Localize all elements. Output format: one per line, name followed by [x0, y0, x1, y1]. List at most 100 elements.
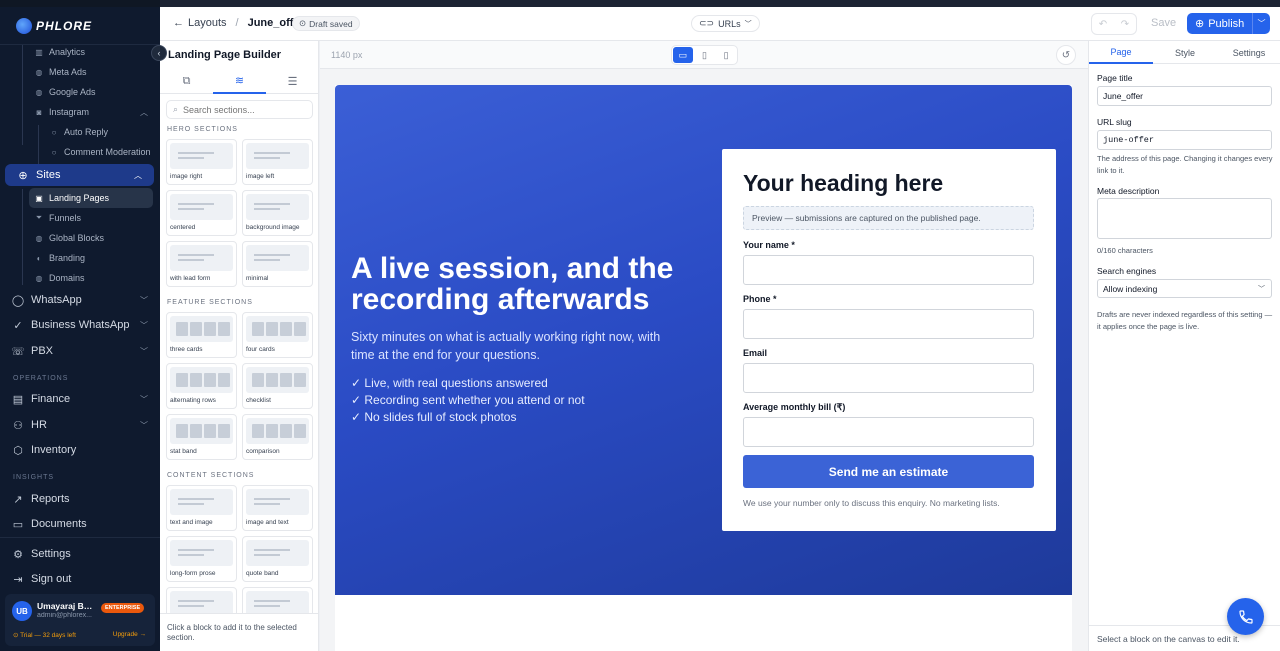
sidebar-item-global-blocks[interactable]: ◍ Global Blocks [0, 228, 160, 248]
sidebar-item-branding[interactable]: ◐ Branding [0, 248, 160, 268]
section-thumbnail [246, 194, 309, 220]
section-card[interactable]: with lead form [166, 241, 237, 287]
sidebar-item-comment-moderation[interactable]: ○ Comment Moderation [0, 142, 160, 162]
brand-logo[interactable]: PHLORE [16, 15, 92, 37]
sidebar-item-reports[interactable]: ↗ Reports [0, 488, 160, 510]
section-card[interactable]: text and image [166, 485, 237, 531]
section-thumbnail [170, 489, 233, 515]
slug-field[interactable]: june-offer [1097, 130, 1272, 150]
device-switcher: ▭ ▯ ▯ [671, 45, 738, 65]
chevron-down-icon: ﹀ [140, 320, 148, 330]
arrow-left-icon[interactable]: ← [173, 17, 184, 29]
history-button[interactable]: ↺ [1056, 45, 1076, 65]
sidebar-item-business-whatsapp[interactable]: ✓ Business WhatsApp ﹀ [0, 314, 160, 336]
list-icon: ☰ [287, 75, 298, 88]
form-footnote: We use your number only to discuss this … [743, 498, 1000, 508]
upgrade-link[interactable]: Upgrade → [113, 631, 146, 638]
urls-dropdown[interactable]: ⊂⊃ URLs ﹀ [691, 15, 760, 32]
section-card[interactable]: long-form prose [166, 536, 237, 582]
mobile-view-button[interactable]: ▯ [716, 47, 736, 63]
undo-icon[interactable]: ↶ [1099, 19, 1107, 30]
sidebar-item-pbx[interactable]: ☏ PBX ﹀ [0, 340, 160, 362]
tab-sections[interactable]: ≋ [213, 68, 266, 94]
sidebar-item-inventory[interactable]: ⬡ Inventory [0, 439, 160, 461]
section-card[interactable]: image left [242, 139, 313, 185]
sidebar-item-meta-ads[interactable]: ◍ Meta Ads [0, 62, 160, 82]
sidebar-item-whatsapp[interactable]: ◯ WhatsApp ﹀ [0, 289, 160, 311]
sidebar-item-domains[interactable]: ◍ Domains [0, 268, 160, 288]
redo-icon[interactable]: ↷ [1121, 19, 1129, 30]
section-card[interactable] [166, 587, 237, 613]
sidebar-item-settings[interactable]: ⚙ Settings [0, 543, 160, 565]
section-card[interactable]: stat band [166, 414, 237, 460]
section-card[interactable]: centered [166, 190, 237, 236]
folder-icon: ▭ [12, 518, 24, 531]
section-card[interactable]: minimal [242, 241, 313, 287]
collapse-sidebar-button[interactable]: ‹ [151, 45, 167, 61]
sidebar-item-google-ads[interactable]: ◍ Google Ads [0, 82, 160, 102]
breadcrumb-layouts[interactable]: Layouts [188, 17, 227, 29]
tab-style[interactable]: Style [1153, 41, 1217, 64]
hero-subheading[interactable]: Sixty minutes on what is actually workin… [351, 328, 687, 364]
save-button[interactable]: Save [1151, 17, 1176, 29]
sidebar-item-sites[interactable]: ⊕ Sites ︿ [5, 164, 154, 186]
blocks-icon: ⧉ [182, 74, 191, 87]
sidebar-item-auto-reply[interactable]: ○ Auto Reply [0, 122, 160, 142]
call-button[interactable] [1227, 598, 1264, 635]
sidebar-item-funnels[interactable]: ⏷ Funnels [0, 208, 160, 228]
page-title-field[interactable]: June_offer [1097, 86, 1272, 106]
hero-bullet[interactable]: ✓ Live, with real questions answered [351, 376, 681, 390]
section-card[interactable]: comparison [242, 414, 313, 460]
section-card-label: comparison [246, 448, 280, 455]
publish-options-button[interactable]: ﹀ [1252, 13, 1270, 34]
email-field[interactable] [743, 363, 1034, 393]
chevron-up-icon: ︿ [140, 107, 148, 117]
section-card[interactable]: image right [166, 139, 237, 185]
hero-heading[interactable]: A live session, and the recording afterw… [351, 253, 681, 315]
search-input[interactable] [183, 104, 302, 115]
section-card[interactable]: alternating rows [166, 363, 237, 409]
desktop-view-button[interactable]: ▭ [672, 47, 693, 63]
top-header: ← Layouts / June_offer ⊙ Draft saved ⊂⊃ U… [160, 7, 1280, 41]
section-card[interactable]: three cards [166, 312, 237, 358]
sidebar-item-analytics[interactable]: ▥ Analytics [0, 42, 160, 62]
section-thumbnail [246, 591, 309, 613]
sidebar-item-documents[interactable]: ▭ Documents [0, 513, 160, 535]
tab-outline[interactable]: ☰ [266, 68, 319, 94]
hero-bullet[interactable]: ✓ No slides full of stock photos [351, 410, 681, 424]
section-card-label: four cards [246, 346, 275, 353]
tab-page[interactable]: Page [1089, 41, 1153, 64]
section-card-label: image and text [246, 519, 289, 526]
publish-button[interactable]: ⊕ Publish ﹀ [1187, 13, 1270, 34]
section-card[interactable]: quote band [242, 536, 313, 582]
chevron-down-icon: ﹀ [1258, 285, 1265, 293]
form-heading[interactable]: Your heading here [743, 170, 943, 197]
section-card[interactable]: background image [242, 190, 313, 236]
section-thumbnail [246, 143, 309, 169]
name-field[interactable] [743, 255, 1034, 285]
hero-bullet[interactable]: ✓ Recording sent whether you attend or n… [351, 393, 681, 407]
section-card[interactable]: checklist [242, 363, 313, 409]
section-card[interactable]: image and text [242, 485, 313, 531]
page-preview: A live session, and the recording afterw… [335, 85, 1072, 651]
section-search[interactable]: ⌕ [166, 100, 313, 119]
lead-form[interactable]: Your heading here Preview — submissions … [722, 149, 1056, 531]
sidebar-item-landing-pages[interactable]: ▣ Landing Pages [29, 188, 153, 208]
search-engines-select[interactable]: Allow indexing ﹀ [1097, 279, 1272, 298]
tab-blocks[interactable]: ⧉ [160, 68, 213, 94]
section-card[interactable] [242, 587, 313, 613]
hero-section[interactable]: A live session, and the recording afterw… [335, 85, 1072, 595]
submit-button[interactable]: Send me an estimate [743, 455, 1034, 488]
meta-character-count: 0/160 characters [1097, 246, 1153, 255]
section-card[interactable]: four cards [242, 312, 313, 358]
meta-description-field[interactable] [1097, 198, 1272, 239]
sidebar-item-hr[interactable]: ⚇ HR ﹀ [0, 414, 160, 436]
sidebar-item-sign-out[interactable]: ⇥ Sign out [0, 568, 160, 590]
sidebar-item-instagram[interactable]: ◙ Instagram ︿ [0, 102, 160, 122]
bill-field[interactable] [743, 417, 1034, 447]
tab-settings[interactable]: Settings [1217, 41, 1280, 64]
tablet-view-button[interactable]: ▯ [694, 47, 714, 63]
sidebar-item-finance[interactable]: ▤ Finance ﹀ [0, 388, 160, 410]
phone-field[interactable] [743, 309, 1034, 339]
user-card[interactable]: UB Umayaraj Bal... admin@phlorex... ENTE… [5, 594, 155, 646]
